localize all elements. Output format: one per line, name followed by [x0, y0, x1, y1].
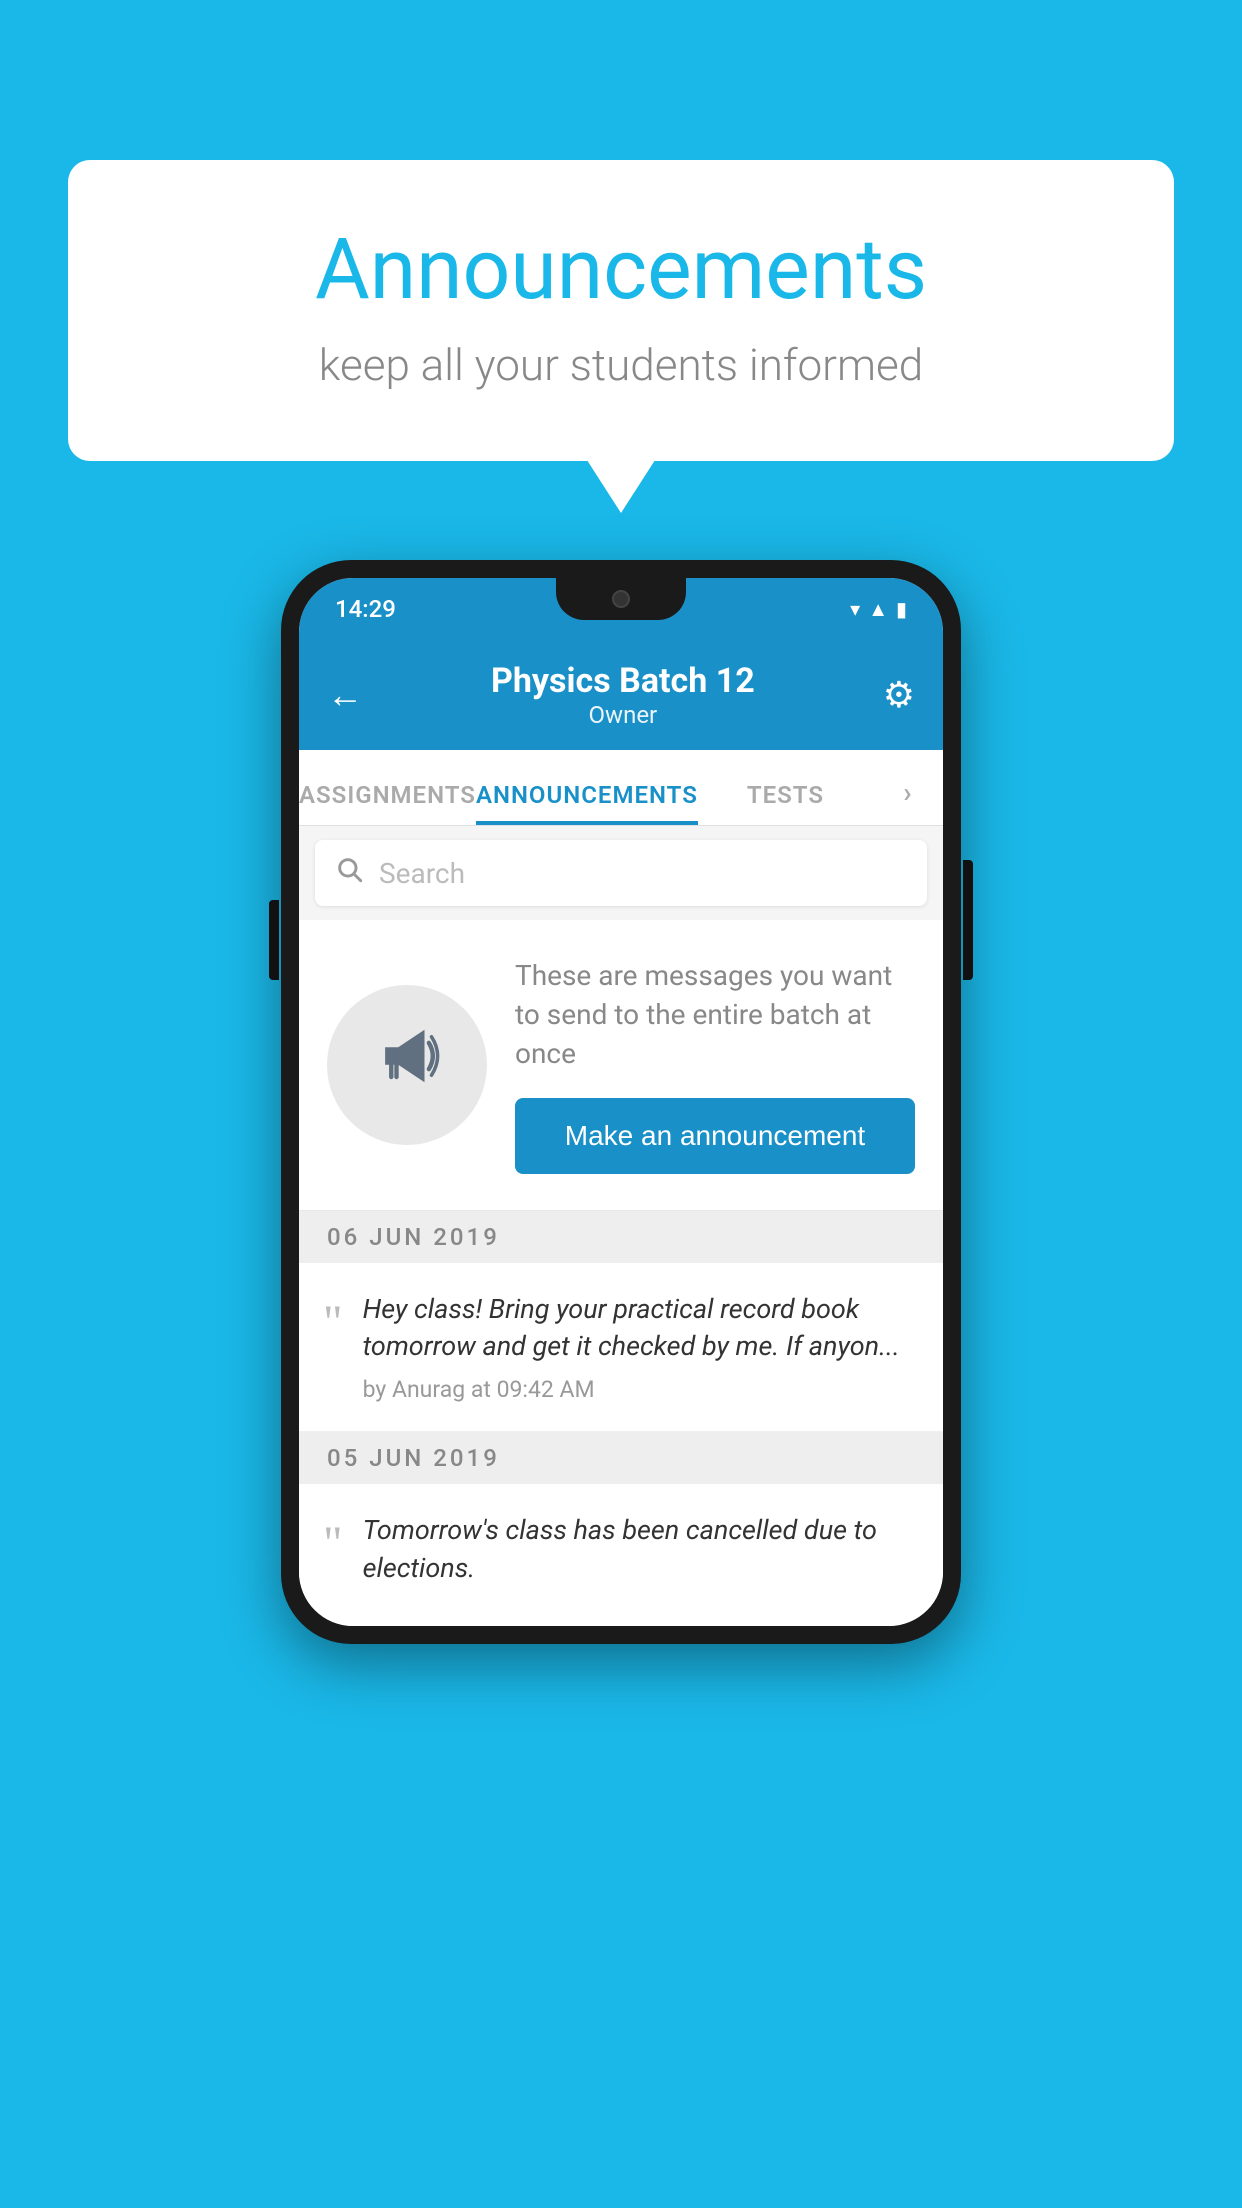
status-icons: ▾ ▲ ▮	[850, 597, 907, 622]
quote-icon-2: "	[323, 1520, 343, 1568]
camera-dot	[612, 590, 630, 608]
announcement-meta-1: by Anurag at 09:42 AM	[363, 1376, 919, 1403]
announcement-text-2: Tomorrow's class has been cancelled due …	[363, 1512, 919, 1588]
status-bar: 14:29 ▾ ▲ ▮	[299, 578, 943, 640]
announcement-content-2: Tomorrow's class has been cancelled due …	[363, 1512, 919, 1598]
header-center: Physics Batch 12 Owner	[491, 661, 755, 729]
bubble-subtitle: keep all your students informed	[148, 339, 1094, 391]
announcement-text-1: Hey class! Bring your practical record b…	[363, 1291, 919, 1367]
phone-mockup: 14:29 ▾ ▲ ▮ ← Physics Batch 12 Owner ⚙	[281, 560, 961, 1644]
search-icon	[335, 855, 363, 891]
megaphone-icon	[372, 1021, 442, 1109]
phone-screen: 14:29 ▾ ▲ ▮ ← Physics Batch 12 Owner ⚙	[299, 578, 943, 1626]
search-container: Search	[299, 826, 943, 920]
search-placeholder: Search	[379, 857, 465, 890]
announcement-content-1: Hey class! Bring your practical record b…	[363, 1291, 919, 1404]
speech-bubble: Announcements keep all your students inf…	[68, 160, 1174, 461]
date-separator-1: 06 JUN 2019	[299, 1211, 943, 1263]
speech-bubble-container: Announcements keep all your students inf…	[68, 160, 1174, 461]
quote-icon-1: "	[323, 1299, 343, 1347]
make-announcement-button[interactable]: Make an announcement	[515, 1098, 915, 1174]
tab-announcements[interactable]: ANNOUNCEMENTS	[476, 781, 698, 825]
prompt-description: These are messages you want to send to t…	[515, 956, 915, 1074]
tab-tests[interactable]: TESTS	[698, 781, 873, 825]
app-header: ← Physics Batch 12 Owner ⚙	[299, 640, 943, 750]
prompt-right: These are messages you want to send to t…	[515, 956, 915, 1174]
megaphone-circle	[327, 985, 487, 1145]
search-bar[interactable]: Search	[315, 840, 927, 906]
tab-more[interactable]: ›	[873, 776, 943, 825]
status-time: 14:29	[335, 595, 396, 623]
announcement-item-1[interactable]: " Hey class! Bring your practical record…	[299, 1263, 943, 1433]
announcement-item-2[interactable]: " Tomorrow's class has been cancelled du…	[299, 1484, 943, 1626]
battery-icon: ▮	[896, 597, 907, 621]
phone-outer: 14:29 ▾ ▲ ▮ ← Physics Batch 12 Owner ⚙	[281, 560, 961, 1644]
notch	[556, 578, 686, 620]
header-subtitle: Owner	[491, 701, 755, 729]
announcement-prompt: These are messages you want to send to t…	[299, 920, 943, 1211]
bubble-title: Announcements	[148, 220, 1094, 319]
tabs-bar: ASSIGNMENTS ANNOUNCEMENTS TESTS ›	[299, 750, 943, 826]
tab-assignments[interactable]: ASSIGNMENTS	[299, 781, 476, 825]
back-button[interactable]: ←	[327, 674, 363, 716]
settings-icon[interactable]: ⚙	[883, 674, 915, 716]
header-title: Physics Batch 12	[491, 661, 755, 701]
signal-icon: ▲	[868, 597, 888, 622]
date-separator-2: 05 JUN 2019	[299, 1432, 943, 1484]
wifi-icon: ▾	[850, 597, 860, 621]
